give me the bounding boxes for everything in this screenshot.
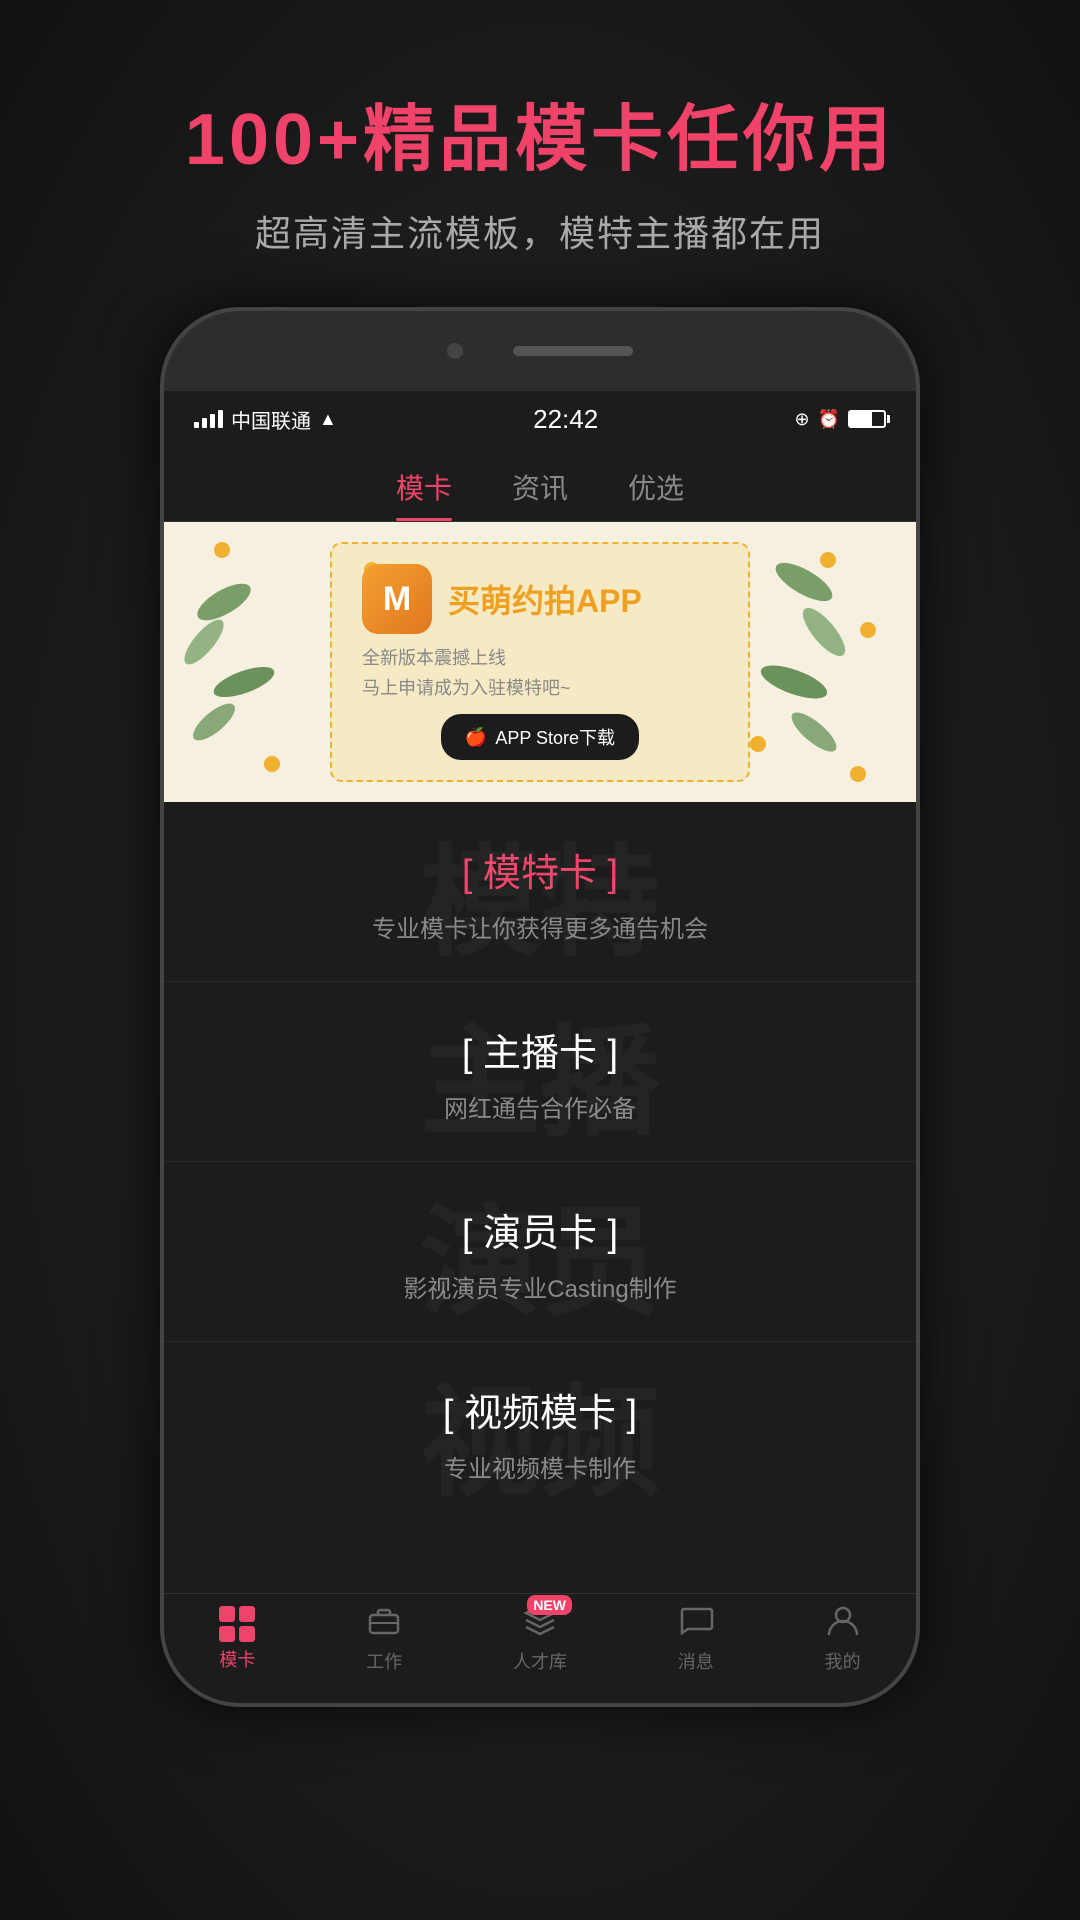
signal-bar-4 (218, 410, 223, 428)
anchor-card-sub: 网红通告合作必备 (164, 1089, 916, 1124)
message-icon-wrapper (678, 1603, 714, 1644)
banner-card: M 买萌约拍APP 全新版本震撼上线 马上申请成为入驻模特吧~ 🍎 APP St… (330, 542, 750, 782)
actor-card-title: [ 演员卡 ] (164, 1202, 916, 1257)
banner-subtitle-1: 全新版本震撼上线 (362, 644, 506, 670)
bottom-nav-talent[interactable]: NEW 人才库 (513, 1603, 567, 1674)
status-time: 22:42 (533, 404, 598, 435)
dot-1 (214, 542, 230, 558)
main-headline: 100+精品模卡任你用 (40, 80, 1040, 185)
work-icon-wrapper (366, 1603, 402, 1644)
grid-icon (219, 1606, 255, 1642)
wifi-icon: ▲ (319, 409, 337, 430)
carrier-name: 中国联通 (231, 405, 311, 434)
moka-icon-wrapper (219, 1606, 255, 1642)
tab-select[interactable]: 优选 (628, 467, 684, 521)
grid-cell-2 (239, 1606, 255, 1622)
video-card-sub: 专业视频模卡制作 (164, 1449, 916, 1484)
app-icon: M (362, 564, 432, 634)
bottom-nav-mine-label: 我的 (825, 1648, 861, 1674)
signal-bar-3 (210, 414, 215, 428)
signal-bar-1 (194, 422, 199, 428)
video-card-section[interactable]: 视频 [ 视频模卡 ] 专业视频模卡制作 (164, 1342, 916, 1522)
banner-subtitle-2: 马上申请成为入驻模特吧~ (362, 674, 571, 700)
apple-icon: 🍎 (465, 727, 487, 748)
status-bar: 中国联通 ▲ 22:42 ⊕ ⏰ (164, 391, 916, 447)
anchor-card-section[interactable]: 主播 [ 主播卡 ] 网红通告合作必备 (164, 982, 916, 1162)
model-card-sub: 专业模卡让你获得更多通告机会 (164, 909, 916, 944)
dot-3 (264, 756, 280, 772)
sub-headline: 超高清主流模板，模特主播都在用 (40, 205, 1040, 257)
chat-icon (678, 1603, 714, 1639)
promo-banner[interactable]: M 买萌约拍APP 全新版本震撼上线 马上申请成为入驻模特吧~ 🍎 APP St… (164, 522, 916, 802)
phone-top-bezel (164, 311, 916, 391)
phone-frame: 中国联通 ▲ 22:42 ⊕ ⏰ 模卡 资讯 (160, 307, 920, 1707)
top-promo-area: 100+精品模卡任你用 超高清主流模板，模特主播都在用 (0, 0, 1080, 297)
status-right: ⊕ ⏰ (794, 409, 886, 430)
mine-icon-wrapper (825, 1603, 861, 1644)
model-card-section[interactable]: 模特 [ 模特卡 ] 专业模卡让你获得更多通告机会 (164, 802, 916, 982)
grid-cell-3 (219, 1626, 235, 1642)
person-icon (825, 1603, 861, 1639)
bottom-nav-mine[interactable]: 我的 (825, 1603, 861, 1674)
phone-camera (447, 343, 463, 359)
tab-moka[interactable]: 模卡 (396, 467, 452, 521)
bottom-nav-talent-label: 人才库 (513, 1648, 567, 1674)
tab-news[interactable]: 资讯 (512, 467, 568, 521)
bottom-nav-message-label: 消息 (678, 1648, 714, 1674)
download-btn-label: APP Store下载 (495, 724, 615, 750)
dot-4 (820, 552, 836, 568)
phone-screen: 中国联通 ▲ 22:42 ⊕ ⏰ 模卡 资讯 (164, 391, 916, 1703)
bottom-nav-work[interactable]: 工作 (366, 1603, 402, 1674)
grid-cell-4 (239, 1626, 255, 1642)
outer-background: 100+精品模卡任你用 超高清主流模板，模特主播都在用 (0, 0, 1080, 1920)
dot-5 (750, 736, 766, 752)
at-icon: ⊕ (794, 409, 809, 430)
dot-7 (850, 766, 866, 782)
card-sections: 模特 [ 模特卡 ] 专业模卡让你获得更多通告机会 主播 [ 主播卡 ] 网红通… (164, 802, 916, 1522)
app-store-download-button[interactable]: 🍎 APP Store下载 (441, 714, 639, 760)
video-card-title: [ 视频模卡 ] (164, 1382, 916, 1437)
status-left: 中国联通 ▲ (194, 405, 337, 434)
talent-icon-wrapper: NEW (522, 1603, 558, 1644)
phone-speaker (513, 346, 633, 356)
battery-indicator (848, 410, 886, 428)
anchor-card-title: [ 主播卡 ] (164, 1022, 916, 1077)
nav-tabs: 模卡 资讯 优选 (164, 447, 916, 522)
bottom-nav-work-label: 工作 (366, 1648, 402, 1674)
model-card-title: [ 模特卡 ] (164, 842, 916, 897)
dot-6 (860, 622, 876, 638)
banner-top-row: M 买萌约拍APP (362, 564, 642, 634)
bottom-navigation: 模卡 工作 (164, 1593, 916, 1703)
new-badge: NEW (527, 1595, 572, 1615)
bottom-nav-moka[interactable]: 模卡 (219, 1606, 255, 1672)
battery-fill (850, 412, 872, 426)
actor-card-sub: 影视演员专业Casting制作 (164, 1269, 916, 1304)
grid-cell-1 (219, 1606, 235, 1622)
signal-icon (194, 410, 223, 428)
actor-card-section[interactable]: 演员 [ 演员卡 ] 影视演员专业Casting制作 (164, 1162, 916, 1342)
bottom-nav-moka-label: 模卡 (219, 1646, 255, 1672)
signal-bar-2 (202, 418, 207, 428)
banner-app-title: 买萌约拍APP (448, 576, 642, 622)
alarm-icon: ⏰ (818, 409, 840, 430)
bottom-nav-message[interactable]: 消息 (678, 1603, 714, 1674)
briefcase-icon (366, 1603, 402, 1639)
